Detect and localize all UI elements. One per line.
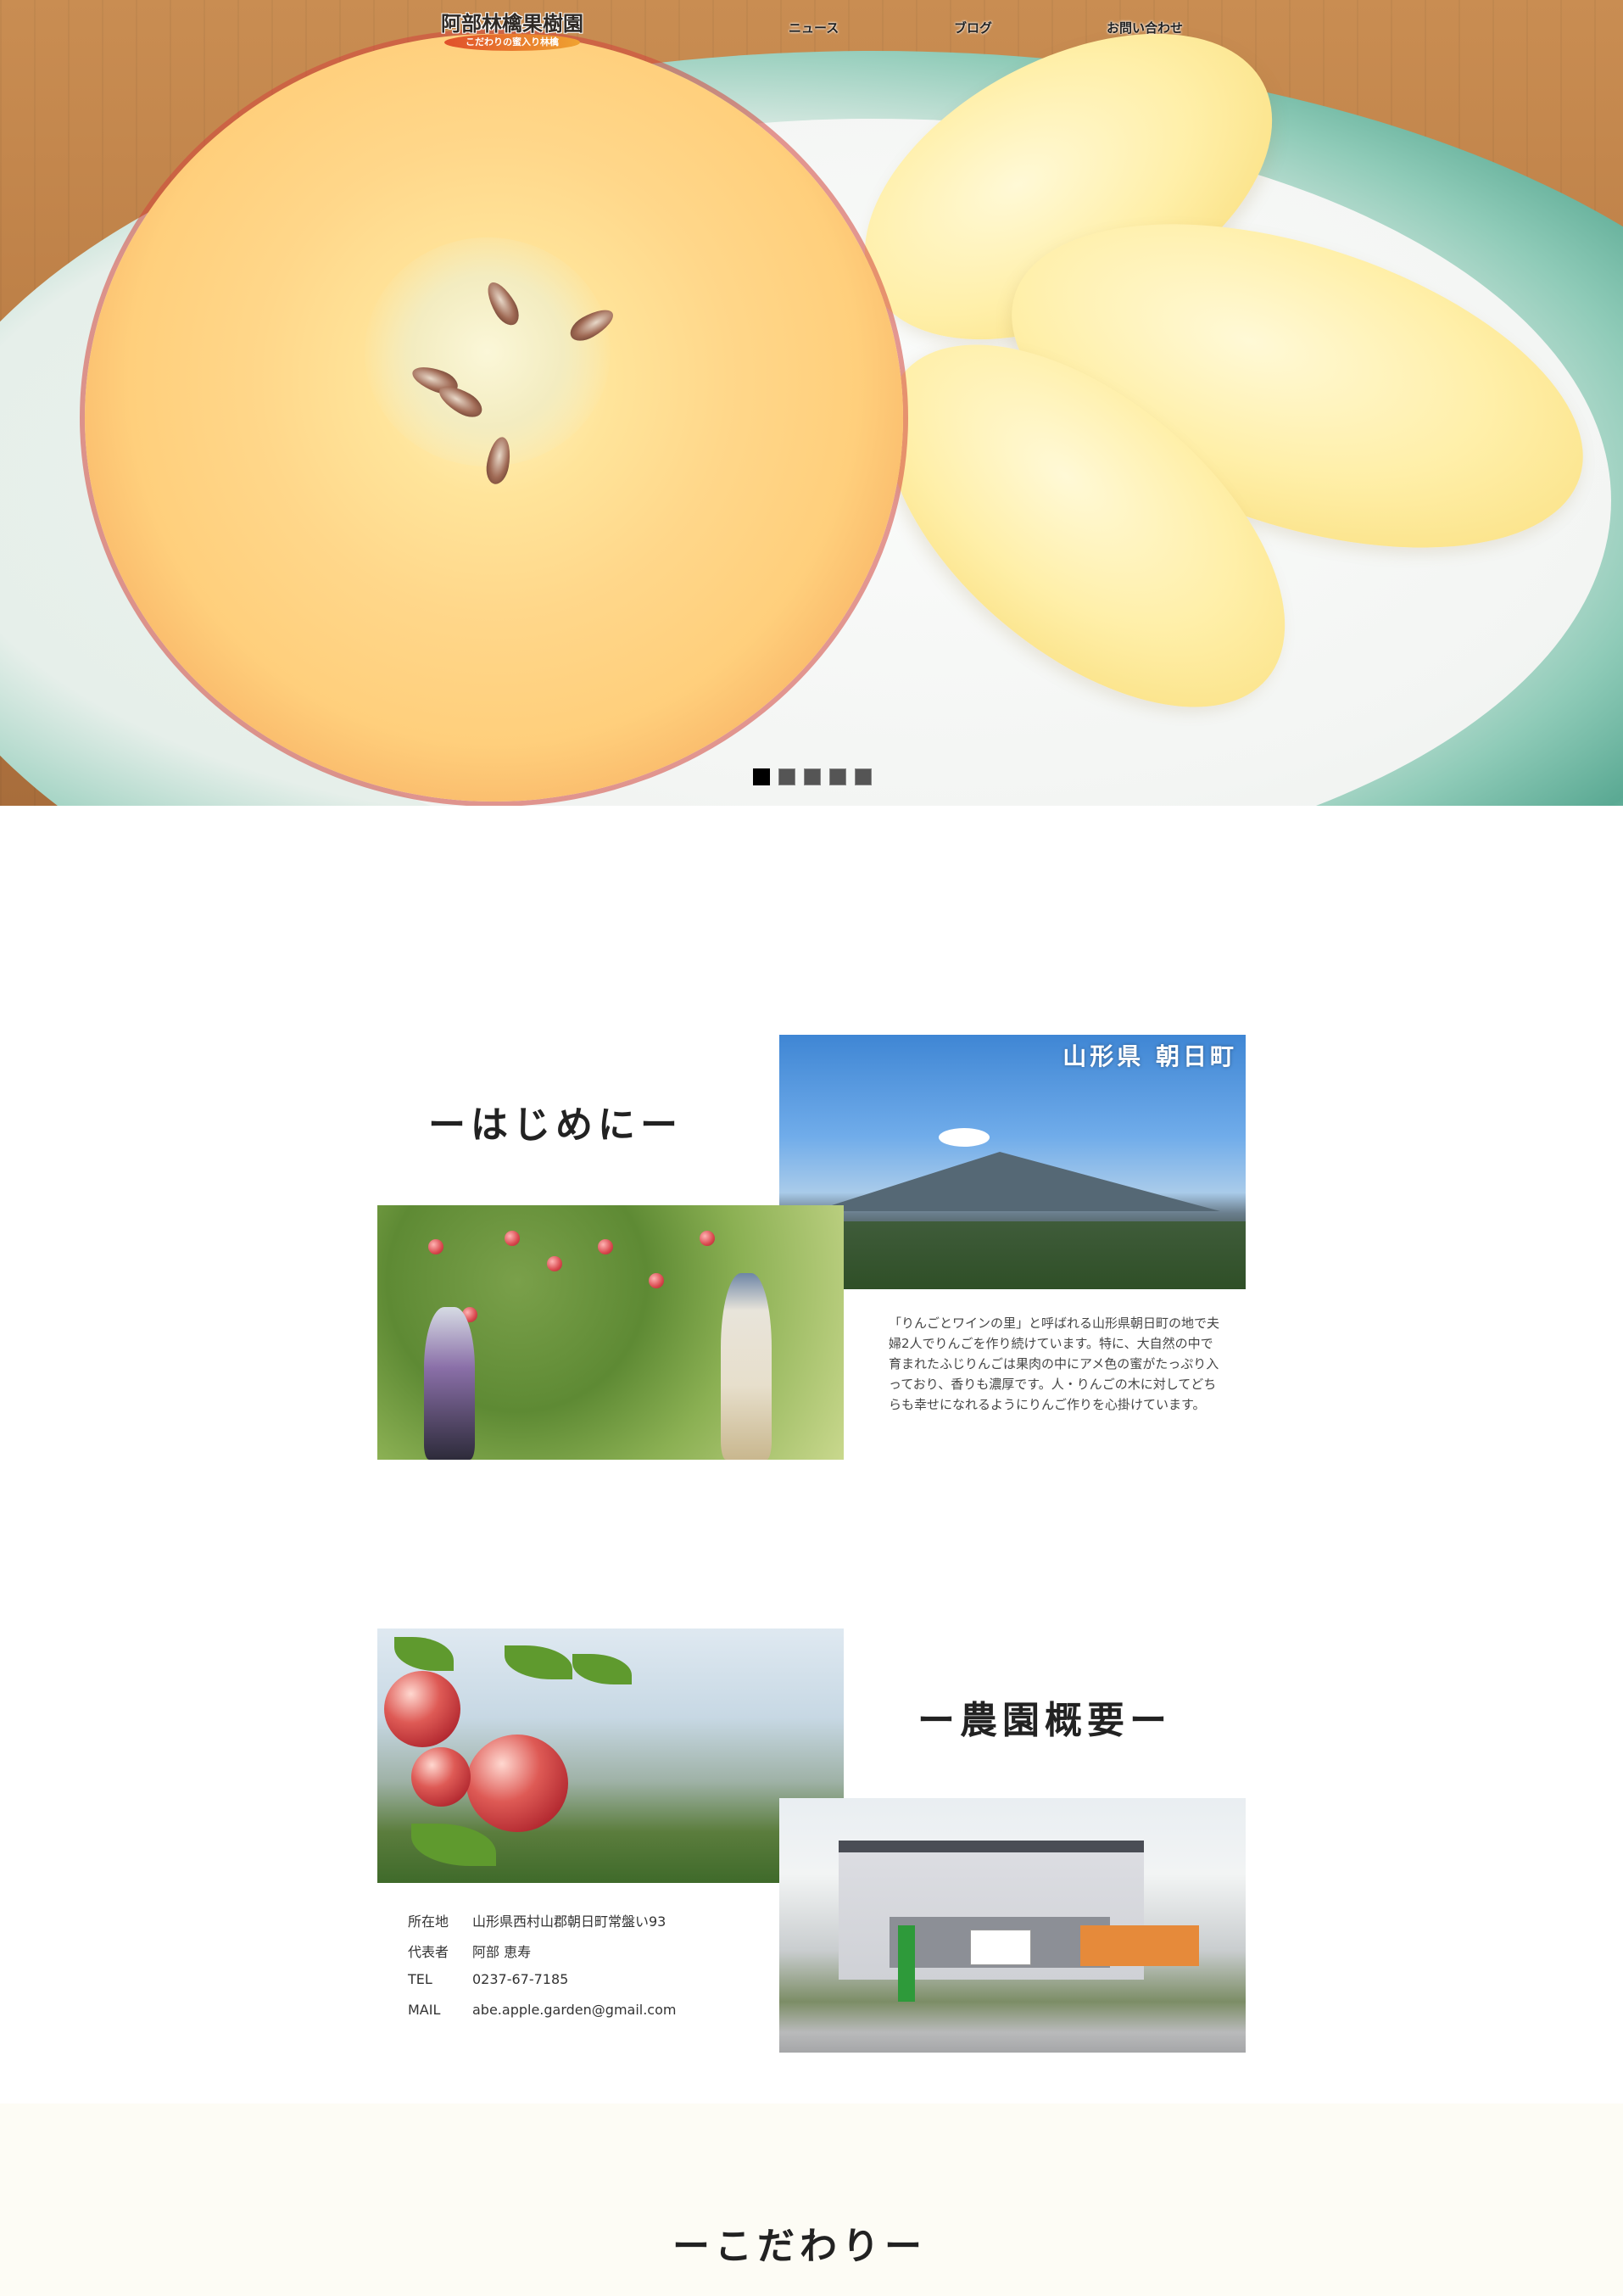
apple bbox=[547, 1256, 562, 1271]
info-label: TEL bbox=[408, 1971, 432, 1987]
leaf bbox=[411, 1824, 496, 1866]
photo-caption: 山形県 朝日町 bbox=[1062, 1042, 1237, 1070]
nav-blog[interactable]: ブログ bbox=[954, 19, 992, 36]
mail-link[interactable]: abe.apple.garden@gmail.com bbox=[472, 2002, 676, 2018]
leaf bbox=[505, 1645, 572, 1679]
banner-flag bbox=[898, 1925, 915, 2002]
harvest-photo bbox=[377, 1205, 844, 1460]
slider-dot[interactable] bbox=[829, 768, 846, 785]
farmer-man bbox=[721, 1273, 772, 1460]
farmer-woman bbox=[424, 1307, 475, 1460]
address-value: 山形県西村山郡朝日町常盤い93 bbox=[472, 1913, 666, 1930]
forest bbox=[779, 1221, 1246, 1289]
crates bbox=[1080, 1925, 1199, 1966]
tel-value[interactable]: 0237-67-7185 bbox=[472, 1971, 568, 1987]
slider-dot[interactable] bbox=[778, 768, 795, 785]
info-label: 所在地 bbox=[408, 1913, 449, 1930]
info-label: MAIL bbox=[408, 2002, 441, 2018]
apple bbox=[384, 1671, 460, 1747]
info-label: 代表者 bbox=[408, 1944, 449, 1960]
apple bbox=[411, 1747, 471, 1807]
slider-dot[interactable] bbox=[753, 768, 770, 785]
cloud bbox=[939, 1128, 990, 1147]
truck bbox=[970, 1930, 1031, 1965]
apple bbox=[700, 1231, 715, 1246]
asahi-landscape-photo: 山形県 朝日町 bbox=[779, 1035, 1246, 1289]
leaf bbox=[394, 1637, 454, 1671]
apple-core bbox=[365, 237, 611, 466]
leaf bbox=[572, 1654, 632, 1684]
intro-heading: ーはじめにー bbox=[428, 1103, 683, 1147]
apple bbox=[466, 1735, 568, 1832]
mountain bbox=[813, 1152, 1220, 1211]
commitment-heading: ーこだわりー bbox=[672, 2225, 927, 2268]
logo-title: 阿部林檎果樹園 bbox=[441, 12, 583, 36]
hero-slider bbox=[0, 0, 1623, 806]
apple bbox=[428, 1239, 443, 1254]
slider-dot[interactable] bbox=[855, 768, 872, 785]
apple bbox=[598, 1239, 613, 1254]
logo-subtitle: こだわりの蜜入り林檎 bbox=[466, 36, 559, 47]
farm-heading: ー農園概要ー bbox=[917, 1699, 1172, 1742]
apple-tree-photo bbox=[377, 1628, 844, 1883]
apple bbox=[649, 1273, 664, 1288]
nav-contact[interactable]: お問い合わせ bbox=[1107, 19, 1183, 36]
apple bbox=[505, 1231, 520, 1246]
intro-text: 「りんごとワインの里」と呼ばれる山形県朝日町の地で夫婦2人でりんごを作り続けてい… bbox=[889, 1316, 1220, 1412]
slider-dot[interactable] bbox=[804, 768, 821, 785]
site-logo[interactable]: 阿部林檎果樹園 こだわりの蜜入り林檎 bbox=[429, 7, 595, 56]
nav-news[interactable]: ニュース bbox=[789, 19, 839, 36]
farm-building-photo bbox=[779, 1798, 1246, 2053]
representative-value: 阿部 恵寿 bbox=[472, 1944, 532, 1960]
